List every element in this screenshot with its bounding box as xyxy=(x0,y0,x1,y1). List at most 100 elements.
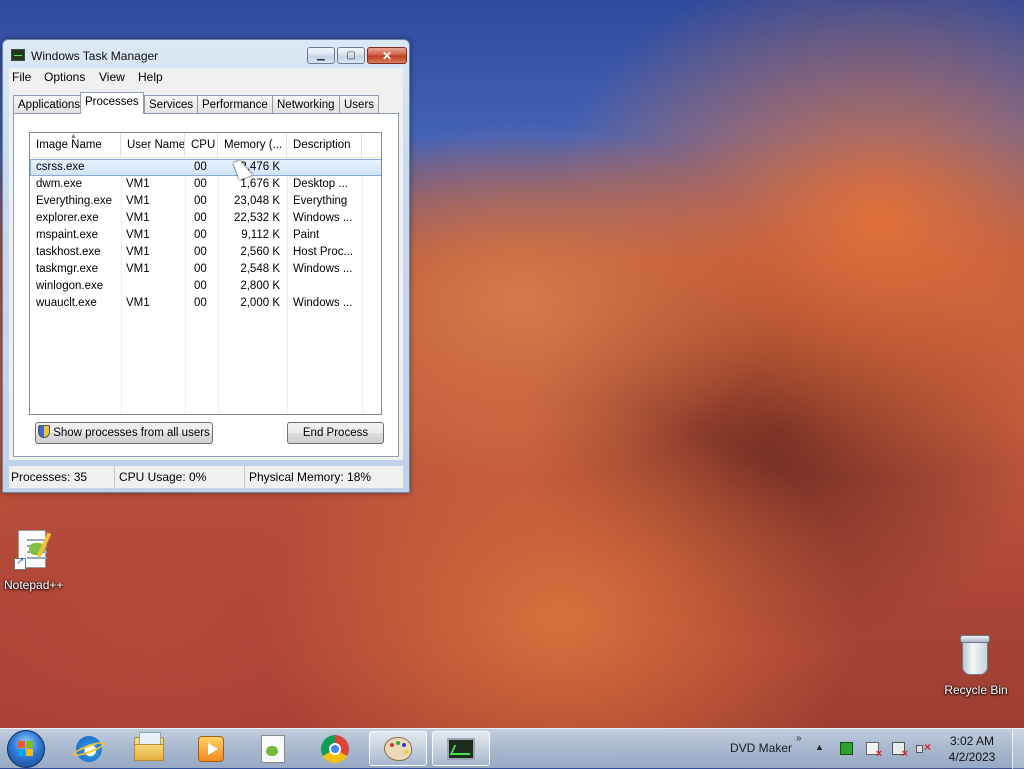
process-user-name: VM1 xyxy=(126,263,150,275)
column-image-name-label: Image Name xyxy=(36,139,102,151)
show-hidden-icons-arrow-icon[interactable]: ▲ xyxy=(815,742,824,752)
process-cpu: 00 xyxy=(194,280,207,292)
process-cpu: 00 xyxy=(194,246,207,258)
process-image-name: wuauclt.exe xyxy=(36,297,97,309)
process-description: Everything xyxy=(293,195,348,207)
process-cpu: 00 xyxy=(194,178,207,190)
taskbar-notepad-plus-plus[interactable] xyxy=(244,731,302,766)
column-image-name[interactable]: ▲ Image Name xyxy=(30,133,121,157)
taskbar-chrome[interactable] xyxy=(306,731,364,766)
column-memory[interactable]: Memory (... xyxy=(218,133,287,157)
process-cpu: 00 xyxy=(194,263,207,275)
recycle-bin-label[interactable]: Recycle Bin xyxy=(938,683,1014,697)
notepad-plus-plus-shortcut-icon[interactable] xyxy=(14,530,52,572)
tab-networking[interactable]: Networking xyxy=(272,95,340,113)
media-player-icon xyxy=(198,735,224,762)
process-image-name: dwm.exe xyxy=(36,178,83,190)
process-description: Desktop ... xyxy=(293,178,348,190)
tab-applications[interactable]: Applications xyxy=(13,95,86,113)
process-image-name: Everything.exe xyxy=(36,195,113,207)
column-user-name[interactable]: User Name xyxy=(121,133,185,157)
column-cpu-label: CPU xyxy=(191,139,216,151)
process-user-name: VM1 xyxy=(126,212,150,224)
process-description: Windows ... xyxy=(293,212,353,224)
process-image-name: taskmgr.exe xyxy=(36,263,98,275)
status-processes: Processes: 35 xyxy=(9,466,115,488)
taskbar-windows-explorer[interactable] xyxy=(120,731,178,766)
process-cpu: 00 xyxy=(194,161,207,173)
process-list[interactable]: ▲ Image Name User Name CPU Memory (... D… xyxy=(29,132,382,415)
column-description[interactable]: Description xyxy=(287,133,362,157)
minimize-icon: ▁ xyxy=(317,50,325,61)
taskbar-task-manager[interactable] xyxy=(432,731,490,766)
process-memory: 9,112 K xyxy=(241,229,280,241)
status-physical-memory: Physical Memory: 18% xyxy=(249,470,372,484)
process-user-name xyxy=(126,278,184,295)
show-all-processes-button[interactable]: Show processes from all users xyxy=(35,422,213,444)
process-row[interactable]: taskmgr.exe VM1 00 2,548 K Windows ... xyxy=(30,261,381,278)
notepad-plus-plus-label[interactable]: Notepad++ xyxy=(4,578,74,592)
title-bar[interactable]: Windows Task Manager ▁ ▢ ✕ xyxy=(3,40,409,68)
menu-bar: File Options View Help xyxy=(9,68,403,88)
network-disconnected-icon[interactable] xyxy=(892,742,908,760)
dvd-maker-toolbar[interactable]: DVD Maker xyxy=(730,741,792,755)
close-button[interactable]: ✕ xyxy=(367,47,407,64)
process-row[interactable]: wuauclt.exe VM1 00 2,000 K Windows ... xyxy=(30,295,381,312)
process-row[interactable]: dwm.exe VM1 00 1,676 K Desktop ... xyxy=(30,176,381,193)
close-icon: ✕ xyxy=(381,48,393,63)
recycle-bin-icon[interactable] xyxy=(958,633,992,677)
process-user-name: VM1 xyxy=(126,229,150,241)
process-list-header: ▲ Image Name User Name CPU Memory (... D… xyxy=(30,133,381,158)
process-user-name: VM1 xyxy=(126,195,150,207)
system-clock[interactable]: 3:02 AM 4/2/2023 xyxy=(940,733,1004,765)
show-all-processes-label: Show processes from all users xyxy=(53,427,210,439)
task-manager-icon xyxy=(447,737,475,760)
start-button[interactable] xyxy=(7,730,45,768)
taskbar-media-player[interactable] xyxy=(182,731,240,766)
tab-processes[interactable]: Processes xyxy=(80,92,144,114)
uac-shield-icon xyxy=(38,425,51,438)
process-description: Windows ... xyxy=(293,263,353,275)
tab-performance[interactable]: Performance xyxy=(197,95,273,113)
process-row[interactable]: mspaint.exe VM1 00 9,112 K Paint xyxy=(30,227,381,244)
internet-explorer-icon xyxy=(76,735,102,762)
tray-app-icon[interactable] xyxy=(840,742,853,755)
window-title: Windows Task Manager xyxy=(31,49,159,63)
process-memory: 22,532 K xyxy=(233,212,280,224)
minimize-button[interactable]: ▁ xyxy=(307,47,335,64)
action-center-flag-icon[interactable] xyxy=(866,742,882,760)
volume-muted-icon[interactable] xyxy=(916,740,931,755)
menu-view[interactable]: View xyxy=(99,70,125,84)
menu-file[interactable]: File xyxy=(12,70,31,84)
process-row[interactable]: taskhost.exe VM1 00 2,560 K Host Proc... xyxy=(30,244,381,261)
process-row[interactable]: csrss.exe 00 2,476 K xyxy=(30,159,381,176)
clock-date: 4/2/2023 xyxy=(948,750,996,764)
process-memory: 2,800 K xyxy=(240,280,280,292)
process-description xyxy=(293,159,359,176)
end-process-button[interactable]: End Process xyxy=(287,422,384,444)
process-row[interactable]: Everything.exe VM1 00 23,048 K Everythin… xyxy=(30,193,381,210)
toolbar-expand-chevron-icon[interactable]: » xyxy=(796,733,802,744)
process-description: Host Proc... xyxy=(293,246,354,258)
process-cpu: 00 xyxy=(194,212,207,224)
client-area: Applications Processes Services Performa… xyxy=(9,88,403,460)
tab-services[interactable]: Services xyxy=(144,95,199,113)
process-row[interactable]: explorer.exe VM1 00 22,532 K Windows ... xyxy=(30,210,381,227)
process-row[interactable]: winlogon.exe 00 2,800 K xyxy=(30,278,381,295)
menu-help[interactable]: Help xyxy=(138,70,163,84)
task-manager-window[interactable]: Windows Task Manager ▁ ▢ ✕ File Options … xyxy=(2,39,410,493)
clock-time: 3:02 AM xyxy=(949,734,995,748)
menu-options[interactable]: Options xyxy=(44,70,85,84)
maximize-button[interactable]: ▢ xyxy=(337,47,365,64)
process-image-name: mspaint.exe xyxy=(36,229,99,241)
taskbar-paint[interactable] xyxy=(369,731,427,766)
notepad-plus-plus-icon xyxy=(261,734,285,763)
process-description: Paint xyxy=(293,229,320,241)
show-desktop-button[interactable] xyxy=(1012,729,1024,769)
process-user-name: VM1 xyxy=(126,297,150,309)
tab-users[interactable]: Users xyxy=(339,95,380,113)
column-cpu[interactable]: CPU xyxy=(185,133,218,157)
taskbar-internet-explorer[interactable] xyxy=(60,731,118,766)
process-image-name: csrss.exe xyxy=(36,161,85,173)
chrome-icon xyxy=(321,734,349,763)
